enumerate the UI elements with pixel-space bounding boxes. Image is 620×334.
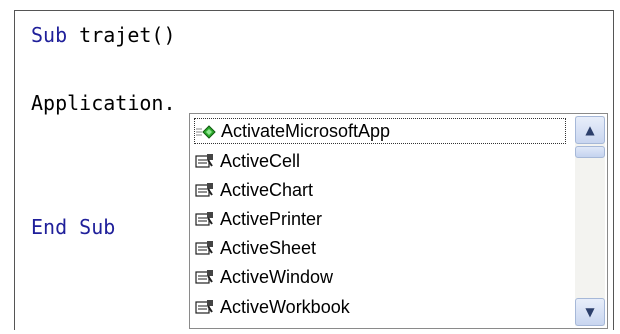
autocomplete-list: ActivateMicrosoftApp ActiveCell ActiveCh… xyxy=(190,114,571,328)
property-icon xyxy=(194,298,216,316)
autocomplete-item-label: ActiveWorkbook xyxy=(220,296,350,317)
property-icon xyxy=(194,152,216,170)
scroll-thumb[interactable] xyxy=(575,146,605,158)
autocomplete-item[interactable]: ActiveSheet xyxy=(194,235,566,261)
code-line-end-sub[interactable]: End Sub xyxy=(31,215,115,239)
sub-name: trajet() xyxy=(67,23,176,47)
property-icon xyxy=(194,239,216,257)
property-icon xyxy=(194,210,216,228)
scroll-down-button[interactable]: ▼ xyxy=(575,298,605,326)
autocomplete-item-label: ActiveChart xyxy=(220,179,314,200)
autocomplete-item-label: ActivePrinter xyxy=(220,208,323,229)
method-icon xyxy=(195,122,217,140)
keyword-sub: Sub xyxy=(31,23,68,47)
scroll-up-button[interactable]: ▲ xyxy=(575,116,605,144)
autocomplete-item-label: ActivateMicrosoftApp xyxy=(221,120,391,141)
autocomplete-item[interactable]: ActivePrinter xyxy=(194,206,566,232)
autocomplete-item[interactable]: ActivateMicrosoftApp xyxy=(194,118,566,144)
autocomplete-item[interactable]: ActiveWindow xyxy=(194,264,566,290)
autocomplete-item[interactable]: ActiveCell xyxy=(194,148,566,174)
autocomplete-item-label: ActiveCell xyxy=(220,150,301,171)
chevron-up-icon: ▲ xyxy=(585,123,595,137)
property-icon xyxy=(194,181,216,199)
autocomplete-item[interactable]: ActiveChart xyxy=(194,177,566,203)
chevron-down-icon: ▼ xyxy=(585,305,595,319)
autocomplete-dropdown[interactable]: ActivateMicrosoftApp ActiveCell ActiveCh… xyxy=(189,113,608,329)
autocomplete-item-label: ActiveSheet xyxy=(220,237,317,258)
autocomplete-item[interactable]: ActiveWorkbook xyxy=(194,294,566,320)
code-line-application[interactable]: Application. xyxy=(31,91,176,115)
property-icon xyxy=(194,268,216,286)
autocomplete-item-label: ActiveWindow xyxy=(220,266,334,287)
code-line-sub[interactable]: Sub trajet() xyxy=(31,23,176,47)
autocomplete-scrollbar[interactable]: ▲ ▼ xyxy=(575,116,605,326)
